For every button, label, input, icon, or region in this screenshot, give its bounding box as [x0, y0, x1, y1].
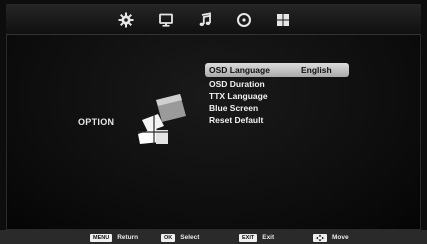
- hint-move-text: Move: [332, 234, 349, 241]
- gear-icon[interactable]: [118, 12, 134, 28]
- menu-key-badge: MENU: [90, 233, 113, 242]
- hint-exit-text: Exit: [262, 234, 275, 241]
- option-menu: OSD Language English OSD Duration TTX La…: [205, 63, 349, 126]
- hint-return: MENU Return: [90, 233, 138, 242]
- hint-move: Move: [313, 233, 349, 242]
- grid-icon[interactable]: [275, 12, 291, 28]
- menu-item-value: English: [301, 65, 332, 75]
- ok-key-badge: OK: [161, 233, 176, 242]
- footer-hint-bar: MENU Return OK Select EXIT Exit Move: [0, 230, 427, 244]
- menu-item-ttx-language[interactable]: TTX Language: [205, 90, 349, 102]
- hint-exit: EXIT Exit: [239, 233, 274, 242]
- menu-item-label: Blue Screen: [209, 103, 259, 113]
- option-graphic-icon: [134, 90, 190, 146]
- hint-select-text: Select: [180, 234, 200, 241]
- music-note-icon[interactable]: [197, 12, 213, 28]
- hint-return-text: Return: [117, 234, 139, 241]
- menu-item-label: Reset Default: [209, 115, 264, 125]
- menu-item-label: TTX Language: [209, 91, 268, 101]
- menu-item-blue-screen[interactable]: Blue Screen: [205, 102, 349, 114]
- menu-item-osd-language[interactable]: OSD Language English: [205, 63, 349, 77]
- section-label: OPTION: [78, 117, 115, 127]
- top-tab-bar: [6, 4, 421, 35]
- menu-item-label: OSD Language: [209, 65, 270, 75]
- dpad-icon: [313, 233, 327, 242]
- monitor-icon[interactable]: [158, 12, 174, 28]
- menu-item-osd-duration[interactable]: OSD Duration: [205, 78, 349, 90]
- exit-key-badge: EXIT: [239, 233, 258, 242]
- menu-item-label: OSD Duration: [209, 79, 265, 89]
- hint-select: OK Select: [161, 233, 199, 242]
- tv-screen: OPTION OSD Language English OSD Duration…: [0, 0, 427, 244]
- clock-icon[interactable]: [236, 12, 252, 28]
- menu-item-reset-default[interactable]: Reset Default: [205, 114, 349, 126]
